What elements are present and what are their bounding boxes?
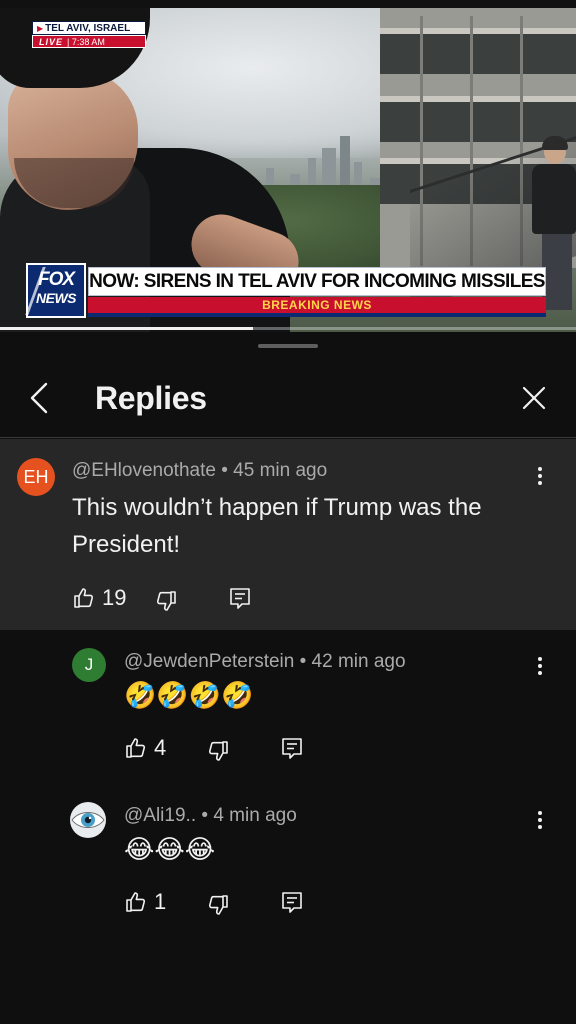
comment-time: 42 min ago: [311, 651, 406, 672]
more-options-button[interactable]: [528, 805, 552, 835]
thumbs-down-icon: [208, 741, 228, 761]
comment-meta: @EHlovenothate • 45 min ago: [72, 460, 327, 482]
comment-author[interactable]: @JewdenPeterstein: [124, 651, 294, 672]
play-triangle-icon: ▶: [37, 24, 44, 33]
video-player[interactable]: ▶ TEL AVIV, ISRAEL LIVE | 7:38 AM FOX NEWS…: [0, 0, 576, 332]
back-button[interactable]: [20, 376, 60, 420]
comment-author[interactable]: @EHlovenothate: [72, 460, 216, 481]
comment-time: 45 min ago: [233, 460, 328, 481]
close-button[interactable]: [514, 378, 554, 418]
parent-comment: EH @EHlovenothate • 45 min ago This woul…: [0, 439, 576, 630]
comment-icon: [282, 892, 302, 913]
dislike-button[interactable]: [154, 589, 180, 619]
location-text: TEL AVIV, ISRAEL: [45, 23, 131, 34]
live-time: 7:38 AM: [71, 37, 105, 47]
location-bug: ▶ TEL AVIV, ISRAEL LIVE | 7:38 AM: [32, 21, 146, 49]
comment-time: 4 min ago: [213, 805, 297, 826]
like-count: 1: [154, 889, 167, 914]
avatar[interactable]: [70, 802, 106, 838]
reply-item: J @JewdenPeterstein • 42 min ago 🤣🤣🤣🤣 4: [0, 648, 576, 798]
thumbs-up-icon: [126, 738, 146, 758]
like-button[interactable]: [124, 890, 150, 920]
avatar[interactable]: J: [72, 648, 106, 682]
more-options-button[interactable]: [528, 461, 552, 491]
reply-button[interactable]: [280, 890, 304, 920]
reply-button[interactable]: [280, 736, 304, 766]
dislike-button[interactable]: [206, 893, 232, 923]
comment-text: This wouldn’t happen if Trump was the Pr…: [72, 494, 482, 558]
drag-handle[interactable]: [258, 344, 318, 348]
meta-separator: •: [299, 651, 307, 672]
avatar[interactable]: EH: [17, 458, 55, 496]
thumbs-up-icon: [74, 588, 94, 608]
comment-emoji: 🤣🤣🤣🤣: [124, 681, 254, 711]
close-icon: [522, 386, 546, 410]
video-top-bar: [0, 0, 576, 8]
banner-stripe: [88, 313, 546, 317]
news-headline: NOW: SIRENS IN TEL AVIV FOR INCOMING MIS…: [88, 267, 546, 296]
replies-sheet: Replies EH @EHlovenothate • 45 min ago T…: [0, 332, 576, 1024]
comment-author[interactable]: @Ali19..: [124, 805, 196, 826]
comment-meta: @JewdenPeterstein • 42 min ago: [124, 651, 406, 673]
thumbs-down-icon: [156, 591, 176, 611]
comment-icon: [282, 738, 302, 759]
comment-meta: @Ali19.. • 4 min ago: [124, 805, 297, 827]
more-options-button[interactable]: [528, 651, 552, 681]
meta-separator: •: [201, 805, 209, 826]
comment-emoji: 😂😂😂: [124, 835, 216, 865]
news-lower-third: FOX NEWS NOW: SIRENS IN TEL AVIV FOR INC…: [25, 263, 546, 318]
sheet-header: Replies: [0, 362, 576, 438]
fox-news-logo: FOX NEWS: [25, 263, 86, 318]
like-button[interactable]: [72, 586, 98, 616]
comment-icon: [230, 588, 250, 609]
like-count: 4: [154, 735, 167, 760]
meta-separator: •: [221, 460, 228, 481]
like-count: 19: [102, 585, 127, 610]
like-button[interactable]: [124, 736, 150, 766]
eye-avatar-icon: [71, 812, 105, 828]
reply-item: @Ali19.. • 4 min ago 😂😂😂 1: [0, 802, 576, 952]
reply-button[interactable]: [228, 586, 252, 616]
chevron-left-icon: [30, 382, 48, 414]
breaking-news-banner: BREAKING NEWS: [88, 297, 546, 313]
thumbs-up-icon: [126, 892, 146, 912]
live-label: LIVE: [39, 37, 64, 47]
sheet-title: Replies: [95, 380, 207, 416]
video-progress-bar[interactable]: [0, 327, 576, 330]
thumbs-down-icon: [208, 895, 228, 915]
video-progress-fill: [0, 327, 254, 330]
dislike-button[interactable]: [206, 739, 232, 769]
